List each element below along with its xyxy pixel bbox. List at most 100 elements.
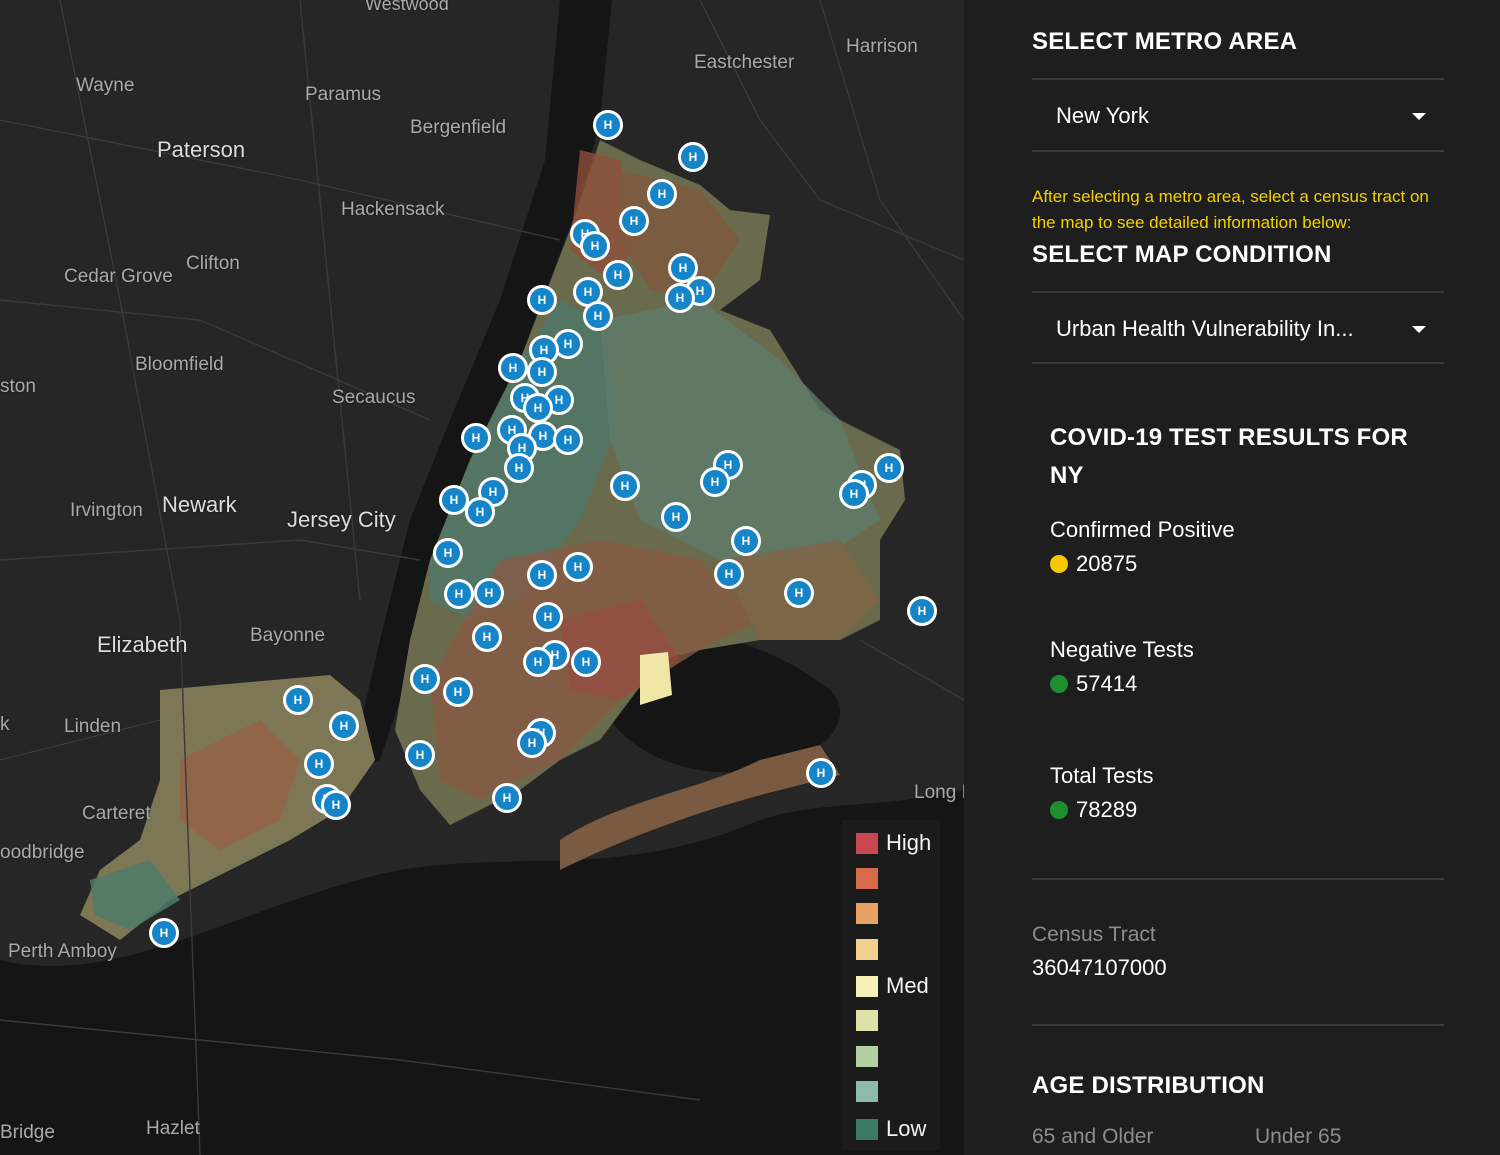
hospital-marker[interactable]: H xyxy=(329,711,359,741)
hospital-marker[interactable]: H xyxy=(405,740,435,770)
stat-number: 78289 xyxy=(1076,797,1138,822)
place-jersey-city: Jersey City xyxy=(287,507,396,532)
hospital-marker[interactable]: H xyxy=(527,285,557,315)
legend-label: Low xyxy=(886,1116,927,1141)
status-dot-icon xyxy=(1050,675,1068,693)
hospital-marker[interactable]: H xyxy=(784,578,814,608)
hospital-marker[interactable]: H xyxy=(472,622,502,652)
instruction-text: After selecting a metro area, select a c… xyxy=(1032,187,1429,232)
hospital-marker[interactable]: H xyxy=(465,497,495,527)
hospital-marker[interactable]: H xyxy=(321,790,351,820)
hospital-marker[interactable]: H xyxy=(527,357,557,387)
confirmed-positive-value: 20875 xyxy=(1050,551,1137,577)
hospital-marker[interactable]: H xyxy=(839,479,869,509)
map-view[interactable]: Westwood Wayne Paramus Eastchester Harri… xyxy=(0,0,964,1155)
map-condition-heading: SELECT MAP CONDITION xyxy=(1032,241,1332,268)
place-eastchester: Eastchester xyxy=(694,52,795,73)
negative-tests-label: Negative Tests xyxy=(1050,637,1194,662)
place-long-island: Long I xyxy=(914,782,964,803)
hospital-marker[interactable]: H xyxy=(593,110,623,140)
hospital-marker[interactable]: H xyxy=(433,538,463,568)
place-hazlet: Hazlet xyxy=(146,1118,200,1139)
side-panel: SELECT METRO AREA New York After selecti… xyxy=(964,0,1500,1155)
legend-swatch xyxy=(856,903,878,924)
legend-swatch xyxy=(856,1081,878,1102)
hospital-marker[interactable]: H xyxy=(874,453,904,483)
legend-row xyxy=(856,1010,878,1031)
hospital-marker[interactable]: H xyxy=(665,283,695,313)
hospital-marker[interactable]: H xyxy=(527,560,557,590)
census-tract-label: Census Tract xyxy=(1032,923,1156,946)
confirmed-positive-label: Confirmed Positive xyxy=(1050,517,1235,542)
legend-row-high: High xyxy=(856,830,931,856)
hospital-marker[interactable]: H xyxy=(492,783,522,813)
legend-swatch xyxy=(856,868,878,889)
hospital-marker[interactable]: H xyxy=(806,758,836,788)
hospital-marker[interactable]: H xyxy=(553,425,583,455)
hospital-marker[interactable]: H xyxy=(647,179,677,209)
place-irvington: Irvington xyxy=(70,500,143,521)
hospital-marker[interactable]: H xyxy=(498,353,528,383)
stat-number: 20875 xyxy=(1076,551,1138,576)
place-bloomfield: Bloomfield xyxy=(135,354,224,375)
legend-swatch xyxy=(856,975,878,997)
map-condition-select[interactable]: Urban Health Vulnerability In... xyxy=(1056,316,1426,342)
chevron-down-icon xyxy=(1412,326,1426,333)
place-k: k xyxy=(0,714,10,735)
divider xyxy=(1032,291,1444,293)
place-newark: Newark xyxy=(162,492,237,517)
hospital-marker[interactable]: H xyxy=(517,728,547,758)
age-distribution-heading: AGE DISTRIBUTION xyxy=(1032,1072,1265,1099)
hospital-marker[interactable]: H xyxy=(533,602,563,632)
hospital-marker[interactable]: H xyxy=(410,664,440,694)
hospital-marker[interactable]: H xyxy=(474,578,504,608)
divider xyxy=(1032,1024,1444,1026)
legend-row xyxy=(856,868,878,889)
census-tract-value: 36047107000 xyxy=(1032,955,1167,980)
hospital-marker[interactable]: H xyxy=(461,423,491,453)
divider xyxy=(1032,362,1444,364)
place-hackensack: Hackensack xyxy=(341,199,445,220)
results-heading-line2: NY xyxy=(1050,462,1084,489)
hospital-marker[interactable]: H xyxy=(504,453,534,483)
legend-row xyxy=(856,1081,878,1102)
hospital-marker[interactable]: H xyxy=(700,467,730,497)
hospital-marker[interactable]: H xyxy=(443,677,473,707)
legend-label: Med xyxy=(886,973,929,998)
legend-row-med: Med xyxy=(856,973,929,999)
hospital-marker[interactable]: H xyxy=(523,393,553,423)
place-paterson: Paterson xyxy=(157,137,246,162)
place-perth-amboy: Perth Amboy xyxy=(8,941,117,962)
hospital-marker[interactable]: H xyxy=(678,142,708,172)
hospital-marker[interactable]: H xyxy=(571,647,601,677)
hospital-marker[interactable]: H xyxy=(619,206,649,236)
hospital-marker[interactable]: H xyxy=(731,526,761,556)
place-secaucus: Secaucus xyxy=(332,387,416,408)
hospital-marker[interactable]: H xyxy=(603,260,633,290)
hospital-marker[interactable]: H xyxy=(580,231,610,261)
place-bridge: Bridge xyxy=(0,1122,55,1143)
legend-swatch xyxy=(856,1010,878,1031)
legend-row-low: Low xyxy=(856,1116,926,1142)
hospital-marker[interactable]: H xyxy=(714,559,744,589)
divider xyxy=(1032,150,1444,152)
hospital-marker[interactable]: H xyxy=(444,579,474,609)
hospital-marker[interactable]: H xyxy=(563,552,593,582)
hospital-marker[interactable]: H xyxy=(149,918,179,948)
legend-swatch xyxy=(856,832,878,854)
metro-area-heading: SELECT METRO AREA xyxy=(1032,28,1298,55)
hospital-marker[interactable]: H xyxy=(283,685,313,715)
metro-area-select[interactable]: New York xyxy=(1056,103,1426,129)
hospital-marker[interactable]: H xyxy=(583,301,613,331)
hospital-marker[interactable]: H xyxy=(523,647,553,677)
hospital-marker[interactable]: H xyxy=(661,502,691,532)
hospital-marker[interactable]: H xyxy=(610,471,640,501)
legend-row xyxy=(856,1046,878,1067)
hospital-marker[interactable]: H xyxy=(907,596,937,626)
hospital-marker[interactable]: H xyxy=(304,749,334,779)
results-heading-line1: COVID-19 TEST RESULTS FOR xyxy=(1050,424,1408,451)
age-column-65-plus: 65 and Older xyxy=(1032,1125,1154,1148)
map-base xyxy=(0,0,964,1155)
place-oodbridge: oodbridge xyxy=(0,842,85,863)
chevron-down-icon xyxy=(1412,113,1426,120)
